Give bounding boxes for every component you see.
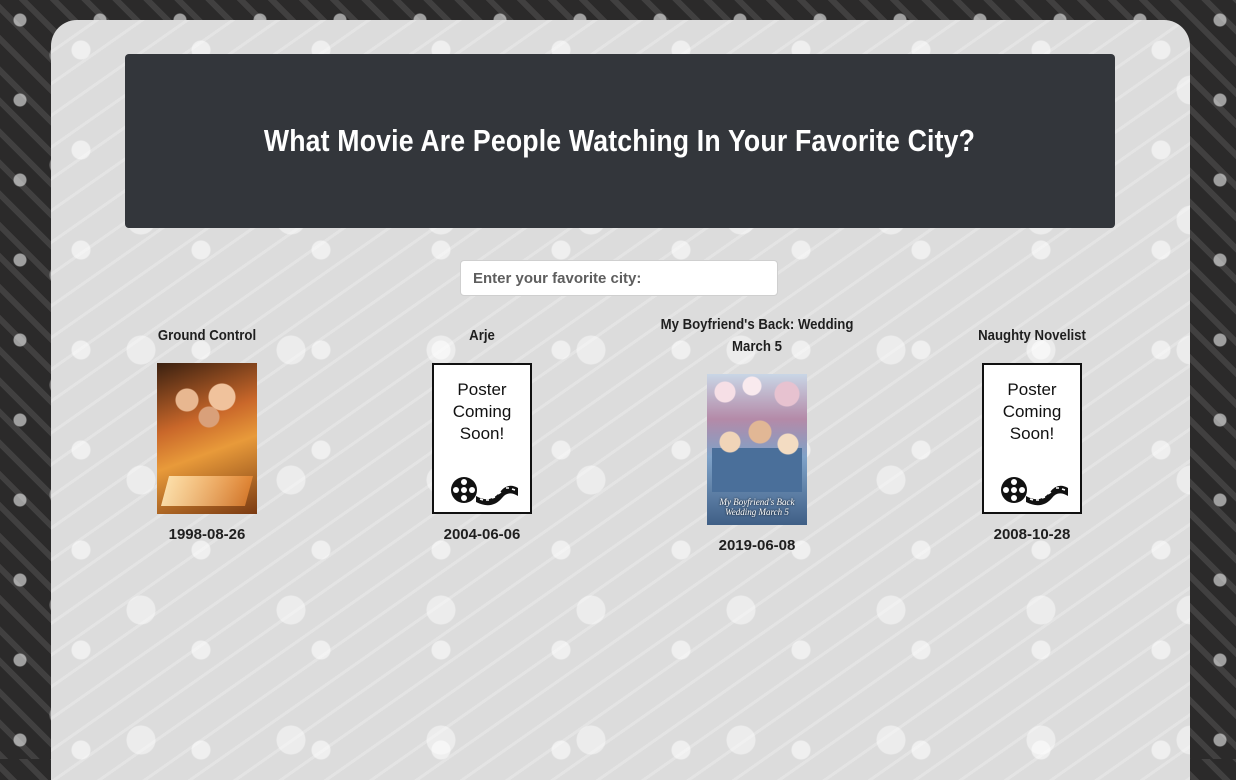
poster-caption: My Boyfriend's Back Wedding March 5 xyxy=(719,497,795,517)
poster-placeholder-line: Soon! xyxy=(1009,424,1055,443)
city-search-input[interactable] xyxy=(460,260,778,296)
release-date: 2004-06-06 xyxy=(443,526,521,543)
poster-placeholder-line: Coming xyxy=(1002,402,1062,421)
movie-poster-image[interactable]: My Boyfriend's Back Wedding March 5 xyxy=(707,374,807,525)
movie-card-ground-control[interactable]: Ground Control 1998-08-26 xyxy=(97,314,317,543)
movie-card-arje[interactable]: Arje Poster Coming Soon! 2004-06-06 xyxy=(372,314,592,543)
page-title: What Movie Are People Watching In Your F… xyxy=(264,123,976,158)
poster-placeholder-line: Coming xyxy=(452,402,512,421)
release-date: 2019-06-08 xyxy=(718,537,796,554)
movie-title: Arje xyxy=(469,327,495,344)
film-reel-icon xyxy=(1001,477,1068,506)
poster-coming-soon[interactable]: Poster Coming Soon! xyxy=(982,363,1082,514)
movie-title: Ground Control xyxy=(157,327,257,344)
movie-card-naughty-novelist[interactable]: Naughty Novelist Poster Coming Soon! 200… xyxy=(922,314,1142,543)
film-reel-icon xyxy=(451,477,518,506)
release-date: 2008-10-28 xyxy=(993,526,1071,543)
poster-coming-soon[interactable]: Poster Coming Soon! xyxy=(432,363,532,514)
poster-placeholder-line: Soon! xyxy=(459,424,505,443)
release-date: 1998-08-26 xyxy=(168,526,246,543)
content-panel: What Movie Are People Watching In Your F… xyxy=(51,20,1190,780)
movie-title: Naughty Novelist xyxy=(978,327,1086,344)
movie-card-my-boyfriends-back[interactable]: My Boyfriend's Back: Wedding March 5 My … xyxy=(647,314,867,554)
header-banner: What Movie Are People Watching In Your F… xyxy=(125,54,1115,228)
poster-placeholder-line: Poster xyxy=(457,380,507,399)
movie-title: My Boyfriend's Back: Wedding March 5 xyxy=(660,316,854,355)
poster-placeholder-line: Poster xyxy=(1007,380,1057,399)
movie-poster-image[interactable] xyxy=(157,363,257,514)
